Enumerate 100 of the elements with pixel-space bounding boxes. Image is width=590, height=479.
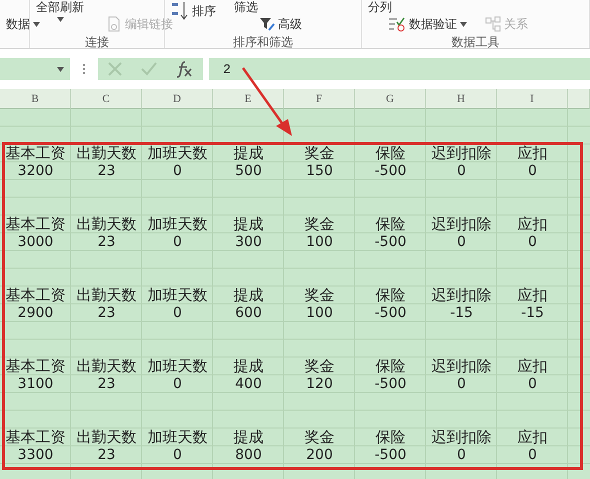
cell-value: 0 bbox=[173, 306, 182, 320]
filter-icon bbox=[259, 16, 275, 32]
check-icon[interactable] bbox=[141, 61, 158, 77]
cell-value: 800 bbox=[235, 448, 262, 462]
cell-value: 0 bbox=[173, 164, 182, 178]
header-label: 提成 bbox=[234, 358, 264, 374]
cell-value: 0 bbox=[173, 235, 182, 250]
header-label: 奖金 bbox=[304, 146, 334, 161]
header-label: 基本工资 bbox=[6, 146, 66, 161]
header-label: 提成 bbox=[234, 430, 264, 445]
cell-value: 2900 bbox=[18, 306, 54, 320]
header-label: 迟到扣除 bbox=[432, 146, 492, 161]
header-label: 基本工资 bbox=[6, 430, 66, 445]
cell-value: 0 bbox=[528, 448, 537, 462]
function-icon[interactable] bbox=[176, 60, 194, 78]
cell-value: 500 bbox=[235, 164, 262, 178]
header-label: 提成 bbox=[234, 146, 264, 161]
header-label: 应扣 bbox=[518, 146, 548, 161]
header-label: 提成 bbox=[234, 288, 264, 303]
cell-value: -15 bbox=[450, 306, 473, 320]
header-label: 提成 bbox=[234, 216, 264, 232]
header-label: 加班天数 bbox=[148, 430, 208, 445]
cell-value: 120 bbox=[306, 377, 333, 392]
column-header[interactable]: I bbox=[497, 89, 568, 109]
ribbon-command[interactable]: 分列 bbox=[368, 1, 392, 13]
header-label: 迟到扣除 bbox=[432, 358, 492, 374]
header-label: 基本工资 bbox=[6, 288, 66, 303]
header-label: 保险 bbox=[376, 358, 406, 374]
column-header[interactable]: G bbox=[355, 89, 426, 109]
cell-value: 0 bbox=[457, 448, 466, 462]
header-label: 应扣 bbox=[518, 430, 548, 445]
column-header[interactable]: C bbox=[71, 89, 142, 109]
header-label: 加班天数 bbox=[148, 146, 208, 161]
cell-value: 3200 bbox=[18, 164, 54, 178]
cell-value: 23 bbox=[98, 448, 116, 462]
caret-icon[interactable] bbox=[33, 22, 40, 26]
header-label: 加班天数 bbox=[148, 358, 208, 374]
ribbon-command[interactable]: 高级 bbox=[259, 16, 302, 32]
column-header[interactable]: B bbox=[0, 89, 71, 109]
header-label: 应扣 bbox=[518, 216, 548, 232]
ribbon-command[interactable]: 数据验证 bbox=[388, 16, 467, 32]
document-link-icon bbox=[106, 16, 122, 32]
cell-value: 0 bbox=[457, 164, 466, 178]
column-header[interactable]: E bbox=[213, 89, 284, 109]
cell-value: -500 bbox=[374, 164, 406, 178]
cell-value: 0 bbox=[457, 377, 466, 392]
cell-value: -500 bbox=[374, 235, 406, 250]
cell-value: 400 bbox=[235, 377, 262, 392]
header-label: 出勤天数 bbox=[76, 358, 136, 374]
cell-value: 3000 bbox=[18, 235, 54, 250]
cell-value: -500 bbox=[374, 448, 406, 462]
header-label: 保险 bbox=[376, 216, 406, 232]
column-header[interactable]: H bbox=[426, 89, 497, 109]
header-label: 迟到扣除 bbox=[432, 288, 492, 303]
header-label: 奖金 bbox=[304, 430, 334, 445]
header-label: 出勤天数 bbox=[76, 146, 136, 161]
group-label: 连接 bbox=[85, 34, 109, 51]
cell-value: 0 bbox=[528, 164, 537, 178]
cell-value: -500 bbox=[374, 377, 406, 392]
header-label: 出勤天数 bbox=[76, 216, 136, 232]
cell-value: 0 bbox=[528, 377, 537, 392]
caret-icon[interactable] bbox=[460, 22, 467, 26]
ribbon-command[interactable]: 筛选 bbox=[234, 1, 258, 13]
cell-value: 150 bbox=[306, 164, 333, 178]
cell-value: 100 bbox=[306, 306, 333, 320]
header-label: 奖金 bbox=[304, 288, 334, 303]
header-label: 加班天数 bbox=[148, 288, 208, 303]
header-label: 迟到扣除 bbox=[432, 216, 492, 232]
header-label: 保险 bbox=[376, 146, 406, 161]
cell-value: 600 bbox=[235, 306, 262, 320]
cell-value: 23 bbox=[98, 306, 116, 320]
cell-value: 0 bbox=[173, 448, 182, 462]
ribbon-command[interactable]: 排序 bbox=[171, 1, 216, 21]
sort-icon bbox=[171, 1, 189, 21]
header-label: 保险 bbox=[376, 288, 406, 303]
group-label: 排序和筛选 bbox=[233, 34, 293, 51]
header-label: 加班天数 bbox=[148, 216, 208, 232]
column-header[interactable]: D bbox=[142, 89, 213, 109]
cell-value: 300 bbox=[235, 235, 262, 250]
header-label: 奖金 bbox=[304, 216, 334, 232]
cell-value: 0 bbox=[173, 377, 182, 392]
header-label: 基本工资 bbox=[6, 216, 66, 232]
header-label: 保险 bbox=[376, 430, 406, 445]
relationships-icon bbox=[485, 16, 501, 32]
formula-field[interactable]: 2 bbox=[209, 58, 590, 80]
caret-icon[interactable] bbox=[57, 66, 64, 72]
cell-value: 23 bbox=[98, 164, 116, 178]
group-label: 数据工具 bbox=[452, 34, 500, 51]
header-label: 奖金 bbox=[304, 358, 334, 374]
header-label: 出勤天数 bbox=[76, 430, 136, 445]
cell-value: 23 bbox=[98, 235, 116, 250]
header-label: 应扣 bbox=[518, 358, 548, 374]
header-label: 基本工资 bbox=[6, 358, 66, 374]
cell-value: 3100 bbox=[18, 377, 54, 392]
caret-icon[interactable] bbox=[56, 17, 64, 22]
data-validation-icon bbox=[388, 16, 406, 32]
column-header[interactable]: F bbox=[284, 89, 355, 109]
cell-value: 0 bbox=[528, 235, 537, 250]
cell-value: 100 bbox=[306, 235, 333, 250]
cell-value: 23 bbox=[98, 377, 116, 392]
